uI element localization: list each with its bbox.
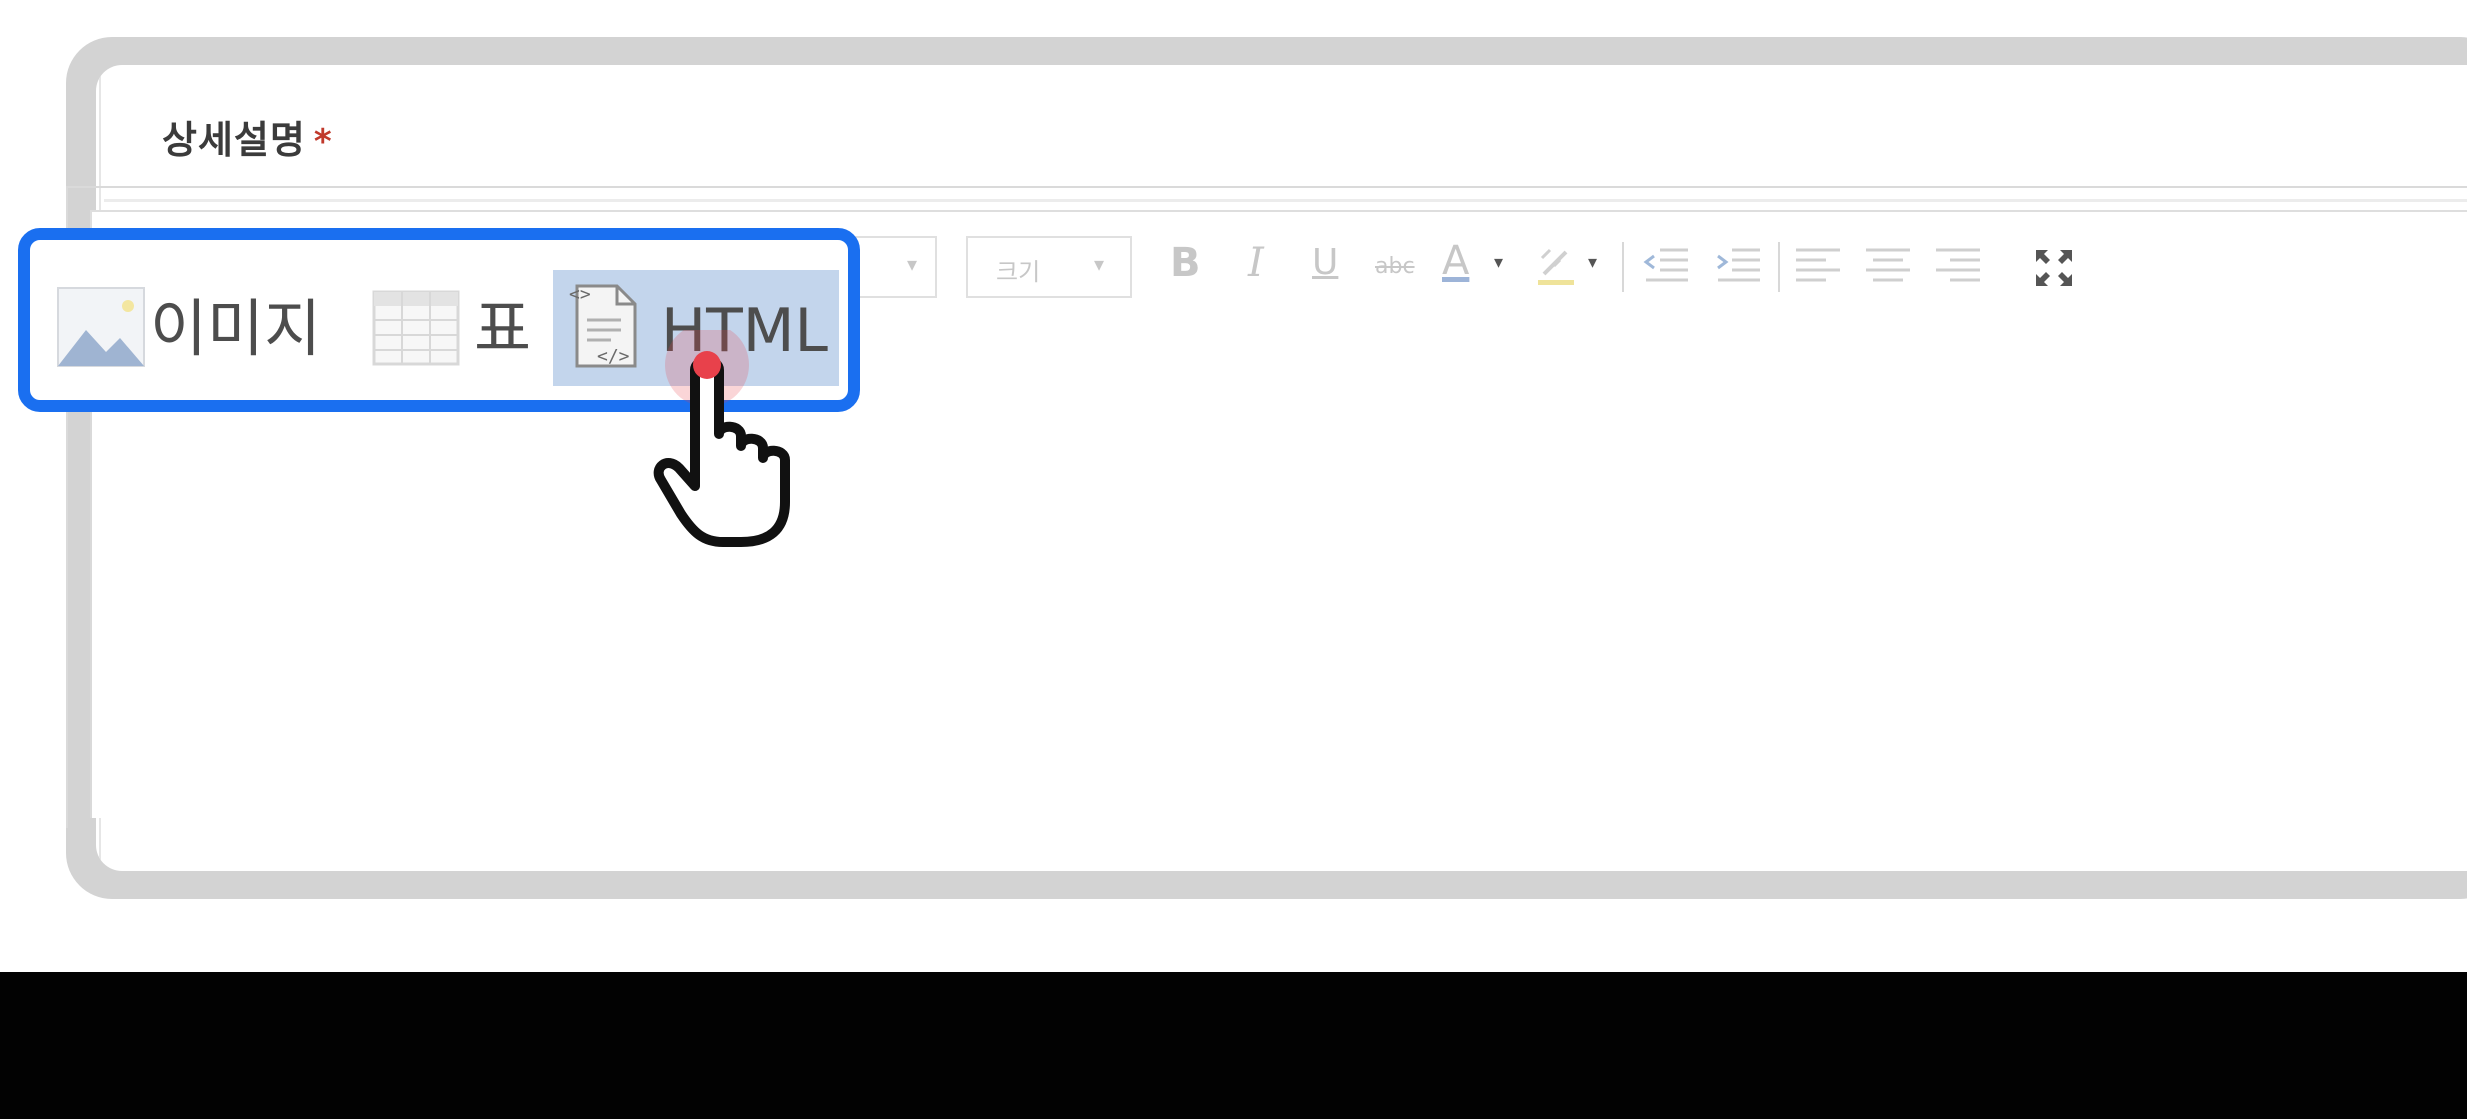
insert-table-button[interactable]: 표 (474, 278, 531, 368)
underline-button[interactable]: U (1312, 242, 1338, 283)
size-select-label: 크기 (996, 258, 1041, 286)
font-color-button[interactable]: A (1442, 238, 1469, 284)
svg-text:</>: </> (597, 346, 630, 367)
highlight-color-button[interactable] (1536, 244, 1580, 288)
required-mark: * (313, 122, 333, 162)
fullscreen-icon[interactable] (2032, 246, 2076, 290)
insert-table-label: 표 (474, 292, 532, 365)
chevron-down-icon: ▾ (1094, 252, 1105, 276)
html-file-icon: </> <> (569, 284, 637, 368)
toolbar-separator (1622, 242, 1624, 292)
table-icon (372, 290, 460, 366)
image-icon (57, 287, 145, 367)
align-center-icon[interactable] (1864, 244, 1914, 288)
hand-pointer-icon (653, 330, 790, 547)
svg-text:<>: <> (569, 284, 591, 305)
align-left-icon[interactable] (1794, 244, 1844, 288)
font-color-dropdown[interactable]: ▾ (1494, 252, 1503, 273)
outdent-icon[interactable] (1642, 244, 1692, 288)
bottom-black-bar (0, 972, 2467, 1119)
toolbar-separator (1778, 242, 1780, 292)
font-select[interactable]: ▾ (847, 236, 937, 298)
field-label: 상세설명 * (162, 109, 333, 164)
chevron-down-icon: ▾ (907, 252, 918, 276)
insert-image-button[interactable]: 이미지 (150, 278, 321, 368)
indent-icon[interactable] (1714, 244, 1764, 288)
size-select[interactable]: 크기 ▾ (966, 236, 1132, 298)
strikethrough-button[interactable]: abc (1375, 254, 1415, 279)
insert-image-label: 이미지 (150, 292, 322, 365)
italic-button[interactable]: I (1248, 240, 1264, 286)
highlight-dropdown[interactable]: ▾ (1588, 252, 1597, 273)
bold-button[interactable]: B (1170, 240, 1201, 286)
font-color-glyph: A (1442, 238, 1470, 284)
align-right-icon[interactable] (1934, 244, 1984, 288)
field-label-text: 상세설명 (162, 118, 306, 162)
